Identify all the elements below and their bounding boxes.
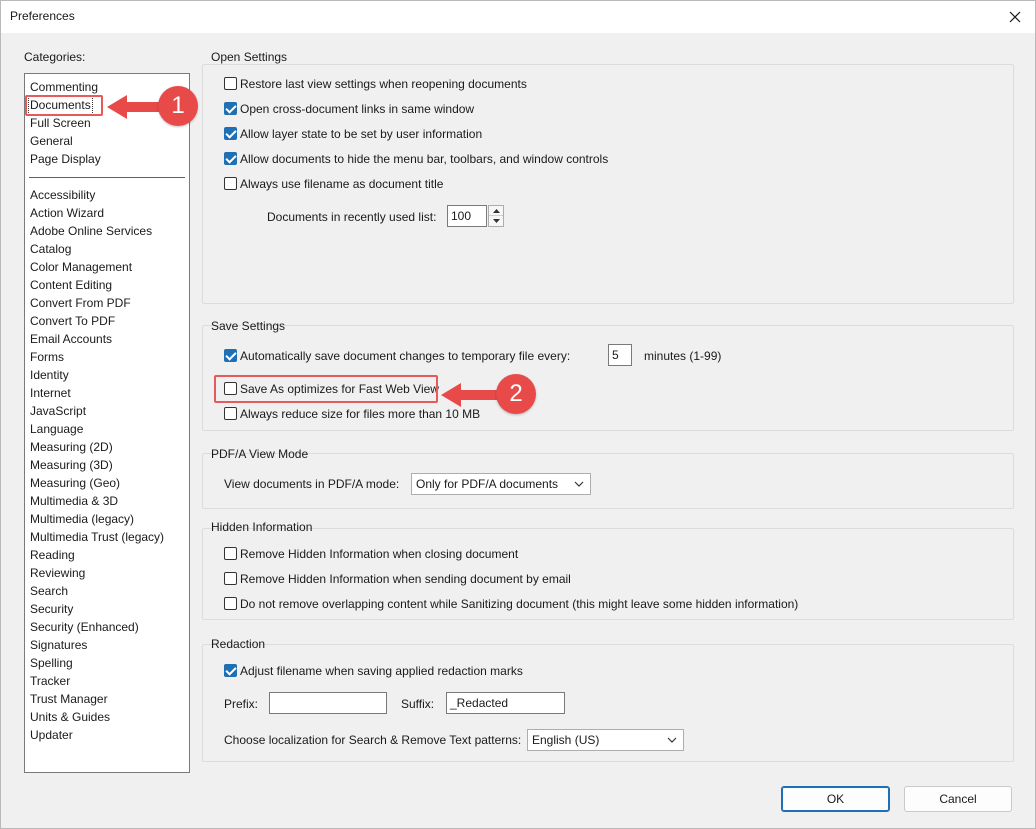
localization-select[interactable]: English (US) — [527, 729, 684, 751]
category-item-identity[interactable]: Identity — [29, 366, 70, 384]
category-item-signatures[interactable]: Signatures — [29, 636, 88, 654]
recent-list-label: Documents in recently used list: — [267, 210, 437, 224]
open-option-1-label: Open cross-document links in same window — [240, 102, 475, 116]
hidden-info-option-2-label: Do not remove overlapping content while … — [240, 597, 799, 611]
category-item-reading[interactable]: Reading — [29, 546, 76, 564]
cancel-button[interactable]: Cancel — [904, 786, 1012, 812]
prefix-input[interactable] — [269, 692, 387, 714]
category-item-adobe-online-services[interactable]: Adobe Online Services — [29, 222, 153, 240]
category-item-full-screen[interactable]: Full Screen — [29, 114, 92, 132]
autosave-units-label: minutes (1-99) — [644, 349, 722, 363]
chevron-down-icon — [667, 737, 677, 743]
open-option-1-checkbox[interactable] — [224, 102, 237, 115]
hidden-info-option-1-label: Remove Hidden Information when sending d… — [240, 572, 571, 586]
suffix-input[interactable]: _Redacted — [446, 692, 565, 714]
category-item-accessibility[interactable]: Accessibility — [29, 186, 96, 204]
open-option-3-checkbox[interactable] — [224, 152, 237, 165]
category-item-security[interactable]: Security — [29, 600, 74, 618]
reduce-size-checkbox[interactable] — [224, 407, 237, 420]
categories-label: Categories: — [24, 50, 86, 64]
category-item-measuring-2d[interactable]: Measuring (2D) — [29, 438, 114, 456]
preferences-dialog: Preferences Categories: Commenting Docume… — [0, 0, 1036, 829]
save-settings-title: Save Settings — [211, 319, 286, 333]
hidden-info-option-1-checkbox[interactable] — [224, 572, 237, 585]
category-item-spelling[interactable]: Spelling — [29, 654, 74, 672]
category-item-general[interactable]: General — [29, 132, 74, 150]
open-option-4-checkbox[interactable] — [224, 177, 237, 190]
hidden-info-option-0-checkbox[interactable] — [224, 547, 237, 560]
open-option-2-checkbox[interactable] — [224, 127, 237, 140]
category-item-measuring-geo[interactable]: Measuring (Geo) — [29, 474, 121, 492]
stepper-up-button[interactable] — [489, 206, 503, 216]
pdfa-mode-value: Only for PDF/A documents — [416, 477, 559, 491]
category-item-measuring-3d[interactable]: Measuring (3D) — [29, 456, 114, 474]
recent-list-input[interactable]: 100 — [447, 205, 487, 227]
autosave-label: Automatically save document changes to t… — [240, 349, 571, 363]
fast-web-view-highlight — [214, 375, 438, 403]
step-2-badge: 2 — [496, 374, 536, 414]
title-bar: Preferences — [1, 1, 1035, 33]
redaction-title: Redaction — [211, 637, 266, 651]
chevron-down-icon — [492, 219, 500, 223]
category-item-convert-from-pdf[interactable]: Convert From PDF — [29, 294, 132, 312]
category-item-forms[interactable]: Forms — [29, 348, 65, 366]
category-item-search[interactable]: Search — [29, 582, 69, 600]
category-item-multimedia-trust-legacy[interactable]: Multimedia Trust (legacy) — [29, 528, 165, 546]
category-item-units-guides[interactable]: Units & Guides — [29, 708, 111, 726]
hidden-info-option-2-checkbox[interactable] — [224, 597, 237, 610]
autosave-checkbox[interactable] — [224, 349, 237, 362]
chevron-down-icon — [574, 481, 584, 487]
open-option-2-label: Allow layer state to be set by user info… — [240, 127, 483, 141]
localization-label: Choose localization for Search & Remove … — [224, 733, 522, 747]
documents-highlight — [25, 95, 103, 116]
suffix-label: Suffix: — [401, 697, 435, 711]
open-option-3-label: Allow documents to hide the menu bar, to… — [240, 152, 609, 166]
annotation-arrow-left-icon — [441, 383, 499, 407]
open-option-0-label: Restore last view settings when reopenin… — [240, 77, 527, 91]
ok-button[interactable]: OK — [781, 786, 890, 812]
category-item-multimedia-legacy[interactable]: Multimedia (legacy) — [29, 510, 135, 528]
step-1-badge: 1 — [158, 86, 198, 126]
category-item-language[interactable]: Language — [29, 420, 84, 438]
adjust-filename-checkbox[interactable] — [224, 664, 237, 677]
pdfa-title: PDF/A View Mode — [211, 447, 309, 461]
category-item-multimedia-3d[interactable]: Multimedia & 3D — [29, 492, 119, 510]
window-title: Preferences — [10, 9, 75, 23]
category-item-internet[interactable]: Internet — [29, 384, 72, 402]
open-settings-title: Open Settings — [211, 50, 288, 64]
hidden-info-option-0-label: Remove Hidden Information when closing d… — [240, 547, 519, 561]
category-item-reviewing[interactable]: Reviewing — [29, 564, 86, 582]
category-item-tracker[interactable]: Tracker — [29, 672, 71, 690]
category-item-convert-to-pdf[interactable]: Convert To PDF — [29, 312, 116, 330]
adjust-filename-label: Adjust filename when saving applied reda… — [240, 664, 523, 678]
prefix-label: Prefix: — [224, 697, 259, 711]
category-item-action-wizard[interactable]: Action Wizard — [29, 204, 105, 222]
autosave-minutes-input[interactable]: 5 — [608, 344, 632, 366]
pdfa-mode-label: View documents in PDF/A mode: — [224, 477, 400, 491]
stepper-down-button[interactable] — [489, 216, 503, 226]
chevron-up-icon — [492, 208, 500, 213]
category-item-updater[interactable]: Updater — [29, 726, 74, 744]
category-item-security-enhanced[interactable]: Security (Enhanced) — [29, 618, 140, 636]
close-icon — [1009, 11, 1021, 23]
category-item-email-accounts[interactable]: Email Accounts — [29, 330, 113, 348]
close-button[interactable] — [1003, 5, 1027, 29]
hidden-info-title: Hidden Information — [211, 520, 313, 534]
category-item-commenting[interactable]: Commenting — [29, 78, 99, 96]
category-item-trust-manager[interactable]: Trust Manager — [29, 690, 109, 708]
localization-value: English (US) — [532, 733, 600, 747]
category-item-page-display[interactable]: Page Display — [29, 150, 102, 168]
open-option-4-label: Always use filename as document title — [240, 177, 444, 191]
recent-list-stepper[interactable] — [488, 205, 504, 227]
category-item-javascript[interactable]: JavaScript — [29, 402, 87, 420]
category-item-content-editing[interactable]: Content Editing — [29, 276, 113, 294]
pdfa-mode-select[interactable]: Only for PDF/A documents — [411, 473, 591, 495]
categories-list[interactable]: Commenting Documents Full Screen General Pag… — [24, 73, 190, 773]
category-item-catalog[interactable]: Catalog — [29, 240, 72, 258]
categories-separator — [29, 177, 185, 178]
open-option-0-checkbox[interactable] — [224, 77, 237, 90]
category-item-color-management[interactable]: Color Management — [29, 258, 133, 276]
